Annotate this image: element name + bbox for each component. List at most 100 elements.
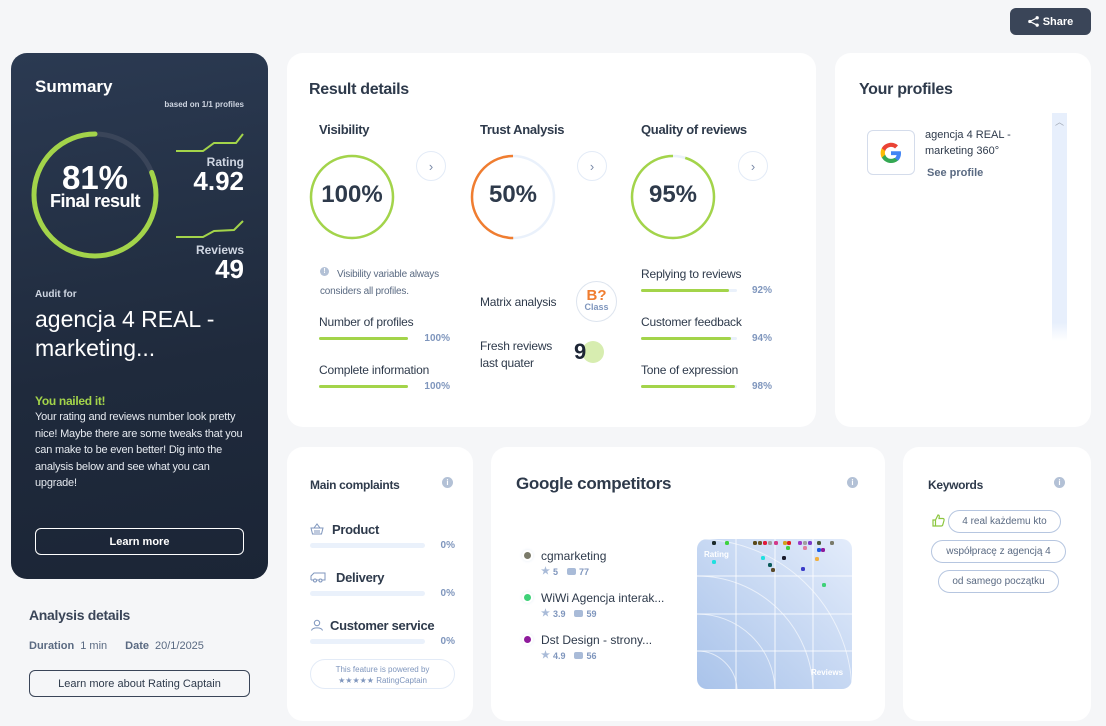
plot-point <box>712 541 716 545</box>
plot-point <box>761 556 765 560</box>
plot-point <box>782 556 786 560</box>
competitor-meta: ★ 4.9 56 <box>541 650 597 661</box>
audit-for-label: Audit for <box>35 289 77 300</box>
visibility-title: Visibility <box>319 122 370 137</box>
class-label: Class <box>584 302 609 312</box>
quality-pct: 95% <box>648 181 698 208</box>
rating-sparkline <box>176 133 244 152</box>
rating-captain-logo: ★★★★★ RatingCaptain <box>338 676 427 685</box>
metric-bar <box>319 385 408 388</box>
metric-pct: 94% <box>751 333 772 344</box>
class-badge: B? Class <box>576 281 617 322</box>
complaint-pct: 0% <box>440 636 455 647</box>
chevron-right-icon: › <box>589 158 595 174</box>
trust-details-button[interactable]: › <box>577 151 607 181</box>
plot-point <box>763 541 767 545</box>
metric-pct: 92% <box>751 285 772 296</box>
google-icon[interactable] <box>867 130 915 175</box>
plot-point <box>803 546 807 550</box>
fresh-reviews-label: Fresh reviews last quater <box>480 339 553 370</box>
keywords-card: Keywords i 4 real każdemu kto współpracę… <box>903 447 1091 721</box>
metric-bar <box>641 385 737 388</box>
reviews-sparkline <box>176 220 244 238</box>
share-button[interactable]: Share <box>1010 8 1091 35</box>
complaint-label: Product <box>332 522 380 537</box>
summary-title: Summary <box>35 77 113 96</box>
plot-point <box>815 557 819 561</box>
quality-details-button[interactable]: › <box>738 151 768 181</box>
competitor-rating: 5 <box>552 566 558 577</box>
see-profile-link[interactable]: See profile <box>927 167 983 179</box>
rating-value: 4.92 <box>193 166 244 196</box>
result-description: Your rating and reviews number look pret… <box>35 411 243 489</box>
metric-bar <box>641 337 737 340</box>
plot-point <box>808 541 812 545</box>
competitor-color-dot <box>524 594 531 601</box>
metric-bar <box>319 337 408 340</box>
plot-point <box>821 548 825 552</box>
plot-point <box>786 546 790 550</box>
metric-label: Replying to reviews <box>641 267 742 281</box>
google-competitors-title: Google competitors <box>516 474 672 493</box>
final-result-label: Final result <box>49 191 141 211</box>
duration-value: 1 min <box>80 640 108 652</box>
plot-point <box>817 548 821 552</box>
plot-point <box>753 541 757 545</box>
reviews-value: 49 <box>215 254 244 284</box>
comment-icon <box>574 610 584 617</box>
complaint-bar <box>310 543 425 548</box>
competitor-rating: 4.9 <box>552 650 566 661</box>
plot-point <box>768 563 772 567</box>
plot-point <box>771 568 775 572</box>
visibility-details-button[interactable]: › <box>416 151 446 181</box>
complaint-label: Customer service <box>330 618 435 633</box>
plot-point <box>787 541 791 545</box>
keywords-title: Keywords <box>928 478 983 492</box>
profile-name: agencja 4 REAL - marketing 360° <box>925 129 1011 157</box>
visibility-pct: 100% <box>321 181 383 208</box>
plot-point <box>801 567 805 571</box>
keyword-chip[interactable]: 4 real każdemu kto <box>948 510 1061 533</box>
metric-pct: 100% <box>424 381 450 392</box>
competitor-color-dot <box>524 552 531 559</box>
complaint-bar <box>310 639 425 644</box>
competitor-name: Dst Design - strony... <box>541 633 653 647</box>
metric-label: Number of profiles <box>319 315 414 329</box>
info-icon[interactable]: i <box>442 477 453 488</box>
based-on-text: based on 1/1 profiles <box>164 100 244 109</box>
truck-icon <box>310 572 326 583</box>
info-icon[interactable]: i <box>1054 477 1065 488</box>
fresh-reviews-value: 9 <box>574 339 587 364</box>
thumbs-up-icon <box>932 514 945 527</box>
metric-pct: 100% <box>424 333 450 344</box>
basket-icon <box>310 523 324 535</box>
your-profiles-card: Your profiles agencja 4 REAL - marketing… <box>835 53 1091 427</box>
duration-label: Duration <box>29 640 75 652</box>
comment-icon <box>566 568 576 575</box>
main-complaints-card: Main complaints i Product 0% Delivery 0%… <box>287 447 473 721</box>
powered-by-badge[interactable]: This feature is powered by ★★★★★ RatingC… <box>310 659 455 689</box>
competitor-reviews: 56 <box>586 650 597 661</box>
metric-label: Tone of expression <box>641 363 739 377</box>
plot-point <box>798 541 802 545</box>
keyword-chip[interactable]: od samego początku <box>938 570 1059 593</box>
summary-card: Summary based on 1/1 profiles 81% Final … <box>11 53 268 579</box>
share-label: Share <box>1042 15 1074 28</box>
profiles-scrollbar[interactable]: ︿ <box>1052 113 1067 341</box>
learn-more-rating-captain-button[interactable]: Learn more about Rating Captain <box>29 670 250 697</box>
result-headline: You nailed it! <box>35 394 106 408</box>
info-icon[interactable]: i <box>847 477 858 488</box>
main-complaints-title: Main complaints <box>310 478 400 492</box>
complaint-pct: 0% <box>440 588 455 599</box>
metric-label: Customer feedback <box>641 315 742 329</box>
competitor-rating: 3.9 <box>552 608 566 619</box>
plot-point <box>783 541 787 545</box>
learn-more-button[interactable]: Learn more <box>35 528 244 555</box>
star-icon: ★ <box>541 650 550 661</box>
complaint-label: Delivery <box>336 570 385 585</box>
keyword-chip[interactable]: współpracę z agencją 4 <box>931 540 1066 563</box>
trust-title: Trust Analysis <box>480 122 565 137</box>
powered-by-text: This feature is powered by <box>335 665 430 674</box>
share-icon <box>1027 16 1039 27</box>
competitor-reviews: 59 <box>586 608 597 619</box>
